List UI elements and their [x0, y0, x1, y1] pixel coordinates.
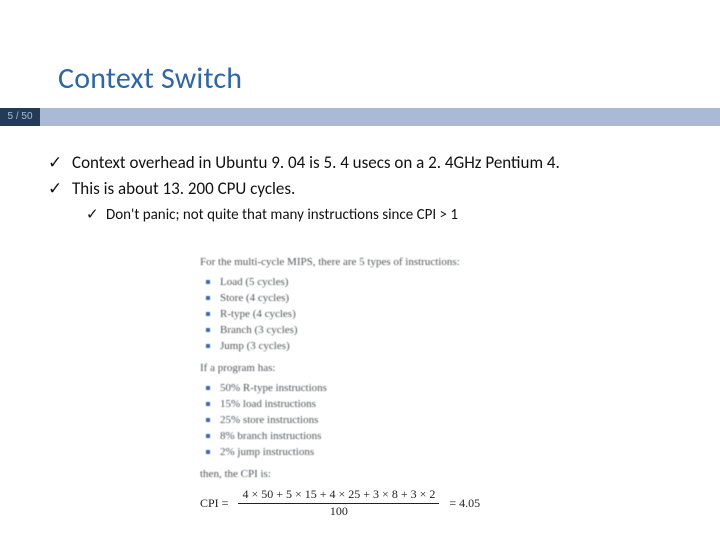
cpi-label: CPI = [200, 496, 228, 511]
list-item: Load (5 cycles) [206, 276, 620, 288]
cpi-denominator: 100 [326, 505, 352, 519]
cpi-result: = 4.05 [449, 496, 480, 511]
list-item: R-type (4 cycles) [206, 308, 620, 320]
page-strip [40, 108, 720, 126]
embedded-figure: For the multi-cycle MIPS, there are 5 ty… [200, 256, 620, 519]
sub-bullet-list: Don't panic; not quite that many instruc… [86, 206, 702, 226]
cpi-numerator: 4 × 50 + 5 × 15 + 4 × 25 + 3 × 8 + 3 × 2 [238, 488, 439, 502]
cpi-equation: CPI = 4 × 50 + 5 × 15 + 4 × 25 + 3 × 8 +… [200, 488, 620, 519]
figure-lead-text: For the multi-cycle MIPS, there are 5 ty… [200, 256, 620, 268]
cpi-fraction: 4 × 50 + 5 × 15 + 4 × 25 + 3 × 8 + 3 × 2… [238, 488, 439, 519]
list-item: Store (4 cycles) [206, 292, 620, 304]
page-bar: 5 / 50 [0, 108, 720, 126]
list-item: Jump (3 cycles) [206, 340, 620, 352]
page-number-badge: 5 / 50 [0, 108, 40, 126]
instruction-types-list: Load (5 cycles) Store (4 cycles) R-type … [206, 276, 620, 352]
instruction-mix-list: 50% R-type instructions 15% load instruc… [206, 382, 620, 458]
sub-bullet: Don't panic; not quite that many instruc… [86, 206, 702, 226]
figure-then-text: then, the CPI is: [200, 468, 620, 480]
list-item: Branch (3 cycles) [206, 324, 620, 336]
main-bullet-list: Context overhead in Ubuntu 9. 04 is 5. 4… [46, 152, 702, 200]
slide-body: Context overhead in Ubuntu 9. 04 is 5. 4… [46, 150, 702, 225]
list-item: 25% store instructions [206, 414, 620, 426]
figure-mid-text: If a program has: [200, 362, 620, 374]
slide-title: Context Switch [58, 60, 242, 97]
list-item: 50% R-type instructions [206, 382, 620, 394]
list-item: 15% load instructions [206, 398, 620, 410]
main-bullet: This is about 13. 200 CPU cycles. [46, 178, 702, 200]
list-item: 8% branch instructions [206, 430, 620, 442]
main-bullet: Context overhead in Ubuntu 9. 04 is 5. 4… [46, 152, 702, 174]
list-item: 2% jump instructions [206, 446, 620, 458]
slide: Context Switch 5 / 50 Context overhead i… [0, 0, 720, 540]
